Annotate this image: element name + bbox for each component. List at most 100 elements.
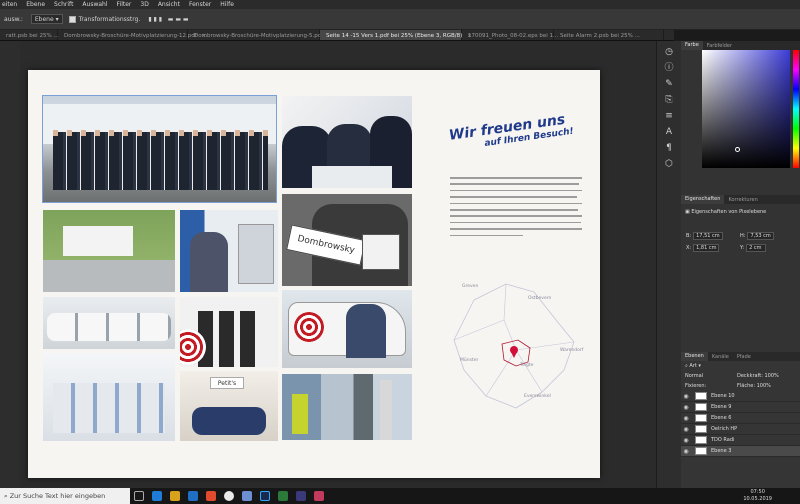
properties-title: ▣ Eigenschaften von Pixelebene — [685, 209, 767, 215]
app-icon[interactable] — [242, 491, 252, 501]
award-photo[interactable] — [180, 297, 278, 367]
hue-slider[interactable] — [793, 50, 799, 168]
table — [312, 166, 392, 188]
tab-doc-1[interactable]: ratt.psb bei 25% ... — [0, 30, 59, 40]
eye-icon[interactable]: ◉ — [681, 404, 691, 411]
panel-icon-column: ◷ ⓘ ✎ ⎘ ≡ A ¶ ⬡ — [656, 41, 681, 488]
clock[interactable]: 07:50 10.05.2019 — [743, 489, 772, 502]
clone-source-icon[interactable]: ⎘ — [664, 95, 674, 105]
outlook-icon[interactable] — [188, 491, 198, 501]
layer-row[interactable]: ◉ TDO Radi — [681, 435, 800, 446]
eye-icon[interactable]: ◉ — [681, 415, 691, 422]
paragraph-icon[interactable]: ¶ — [664, 143, 674, 153]
width-field[interactable]: B: 17,51 cm — [686, 232, 723, 240]
x-field[interactable]: X: 1,81 cm — [686, 244, 720, 252]
document-page[interactable]: Dombrowsky Petit's Wir freuen uns auf Ih… — [28, 70, 600, 478]
height-field[interactable]: H: 7,53 cm — [740, 232, 774, 240]
menu-3d[interactable]: 3D — [140, 1, 148, 8]
menu-help[interactable]: Hilfe — [220, 1, 234, 8]
tab-doc-6[interactable]: Seite Alarm 2.psb bei 25% ... — [554, 30, 664, 40]
history-icon[interactable]: ◷ — [664, 47, 674, 57]
layer-thumbnail — [695, 403, 707, 411]
aerial-photo[interactable] — [43, 210, 175, 292]
meeting-photo[interactable] — [282, 96, 412, 188]
tab-doc-5[interactable]: 170091_Photo_08-02.eps bei 1... — [462, 30, 558, 40]
properties-tabs: Eigenschaften Korrekturen — [681, 195, 800, 204]
tab-layers[interactable]: Ebenen — [681, 352, 708, 361]
y-value[interactable]: 2 cm — [746, 244, 767, 252]
eye-icon[interactable]: ◉ — [681, 437, 691, 444]
y-label: Y: — [740, 245, 745, 251]
search-placeholder: Zur Suche Text hier eingeben — [9, 492, 106, 500]
tab-label: Seite Alarm 2.psb bei 25% ... — [560, 32, 640, 39]
auto-select-dropdown[interactable]: Ebene ▾ — [30, 14, 63, 24]
align-icons[interactable]: ▮ ▮ ▮ ▬ ▬ ▬ — [148, 16, 188, 23]
app-icon[interactable] — [314, 491, 324, 501]
transform-controls-checkbox[interactable] — [68, 15, 76, 23]
color-picker-field[interactable] — [702, 50, 790, 168]
tab-doc-2[interactable]: Dombrowsky-Broschüre-Motivplatzierung-12… — [58, 30, 206, 40]
menu-edit[interactable]: eiten — [2, 1, 17, 8]
award-people — [198, 311, 260, 367]
layer-row[interactable]: ◉ Ebene 3 — [681, 446, 800, 457]
x-value[interactable]: 1,81 cm — [693, 244, 720, 252]
width-value[interactable]: 17,51 cm — [693, 232, 723, 240]
van-photo[interactable] — [282, 290, 412, 368]
layer-row[interactable]: ◉ Ebene 9 — [681, 402, 800, 413]
explorer-icon[interactable] — [170, 491, 180, 501]
eye-icon[interactable]: ◉ — [681, 448, 691, 455]
layer-filter[interactable]: ⌕ Art ▾ — [681, 361, 800, 371]
opacity-label: Deckkraft: — [737, 373, 763, 379]
adjust-icon[interactable]: ≡ — [664, 111, 674, 121]
tab-doc-active[interactable]: Seite 14 -15 Vers 1.pdf bei 25% (Ebene 3… — [320, 30, 472, 40]
layer-row[interactable]: ◉ Ebene 10 — [681, 391, 800, 402]
map-label-greven: Greven — [462, 284, 479, 289]
menu-select[interactable]: Auswahl — [82, 1, 107, 8]
menu-filter[interactable]: Filter — [117, 1, 132, 8]
tab-swatches[interactable]: Farbfelder — [703, 43, 736, 49]
shop-photo[interactable]: Petit's — [180, 371, 278, 441]
industry-collage[interactable] — [282, 374, 412, 440]
character-icon[interactable]: A — [664, 127, 674, 137]
technician-photo[interactable] — [180, 210, 278, 292]
y-field[interactable]: Y: 2 cm — [740, 244, 767, 252]
opacity-value[interactable]: 100% — [765, 373, 779, 379]
3d-icon[interactable]: ⬡ — [664, 159, 674, 169]
menu-layer[interactable]: Ebene — [26, 1, 45, 8]
task-view-icon[interactable] — [134, 491, 144, 501]
excel-icon[interactable] — [278, 491, 288, 501]
team-photo[interactable] — [42, 95, 277, 203]
menu-view[interactable]: Ansicht — [158, 1, 180, 8]
fill-value[interactable]: 100% — [757, 383, 771, 389]
chrome-icon[interactable] — [224, 491, 234, 501]
taskbar-search[interactable]: ⌕ Zur Suche Text hier eingeben — [0, 488, 130, 504]
menu-type[interactable]: Schrift — [54, 1, 73, 8]
brush-icon[interactable]: ✎ — [664, 79, 674, 89]
tab-color[interactable]: Farbe — [681, 41, 703, 50]
tab-doc-3[interactable]: Dombrowsky-Broschüre-Motivplatzierung-5.… — [188, 30, 333, 40]
search-icon: ⌕ — [4, 491, 8, 500]
height-value[interactable]: 7,53 cm — [747, 232, 774, 240]
app-icon[interactable] — [296, 491, 306, 501]
cars-photo[interactable] — [43, 297, 175, 349]
showroom-photo[interactable] — [43, 353, 175, 441]
menu-window[interactable]: Fenster — [189, 1, 211, 8]
blend-mode-select[interactable]: Normal — [685, 373, 737, 379]
tab-paths[interactable]: Pfade — [733, 354, 755, 360]
office-icon[interactable] — [206, 491, 216, 501]
picker-cursor[interactable] — [735, 147, 740, 152]
tab-label: Seite 14 -15 Vers 1.pdf bei 25% (Ebene 3… — [326, 32, 463, 39]
eye-icon[interactable]: ◉ — [681, 393, 691, 400]
eye-icon[interactable]: ◉ — [681, 426, 691, 433]
photoshop-icon[interactable] — [260, 491, 270, 501]
tool-strip — [0, 41, 20, 488]
edge-icon[interactable] — [152, 491, 162, 501]
layer-name: Ebene 6 — [711, 415, 732, 421]
tab-channels[interactable]: Kanäle — [708, 354, 733, 360]
info-icon[interactable]: ⓘ — [664, 63, 674, 73]
layer-row[interactable]: ◉ Ebene 6 — [681, 413, 800, 424]
tab-properties[interactable]: Eigenschaften — [681, 195, 725, 204]
sign-photo[interactable]: Dombrowsky — [282, 194, 412, 286]
layer-row[interactable]: ◉ Oelrich HP — [681, 424, 800, 435]
tab-adjustments[interactable]: Korrekturen — [724, 197, 761, 203]
